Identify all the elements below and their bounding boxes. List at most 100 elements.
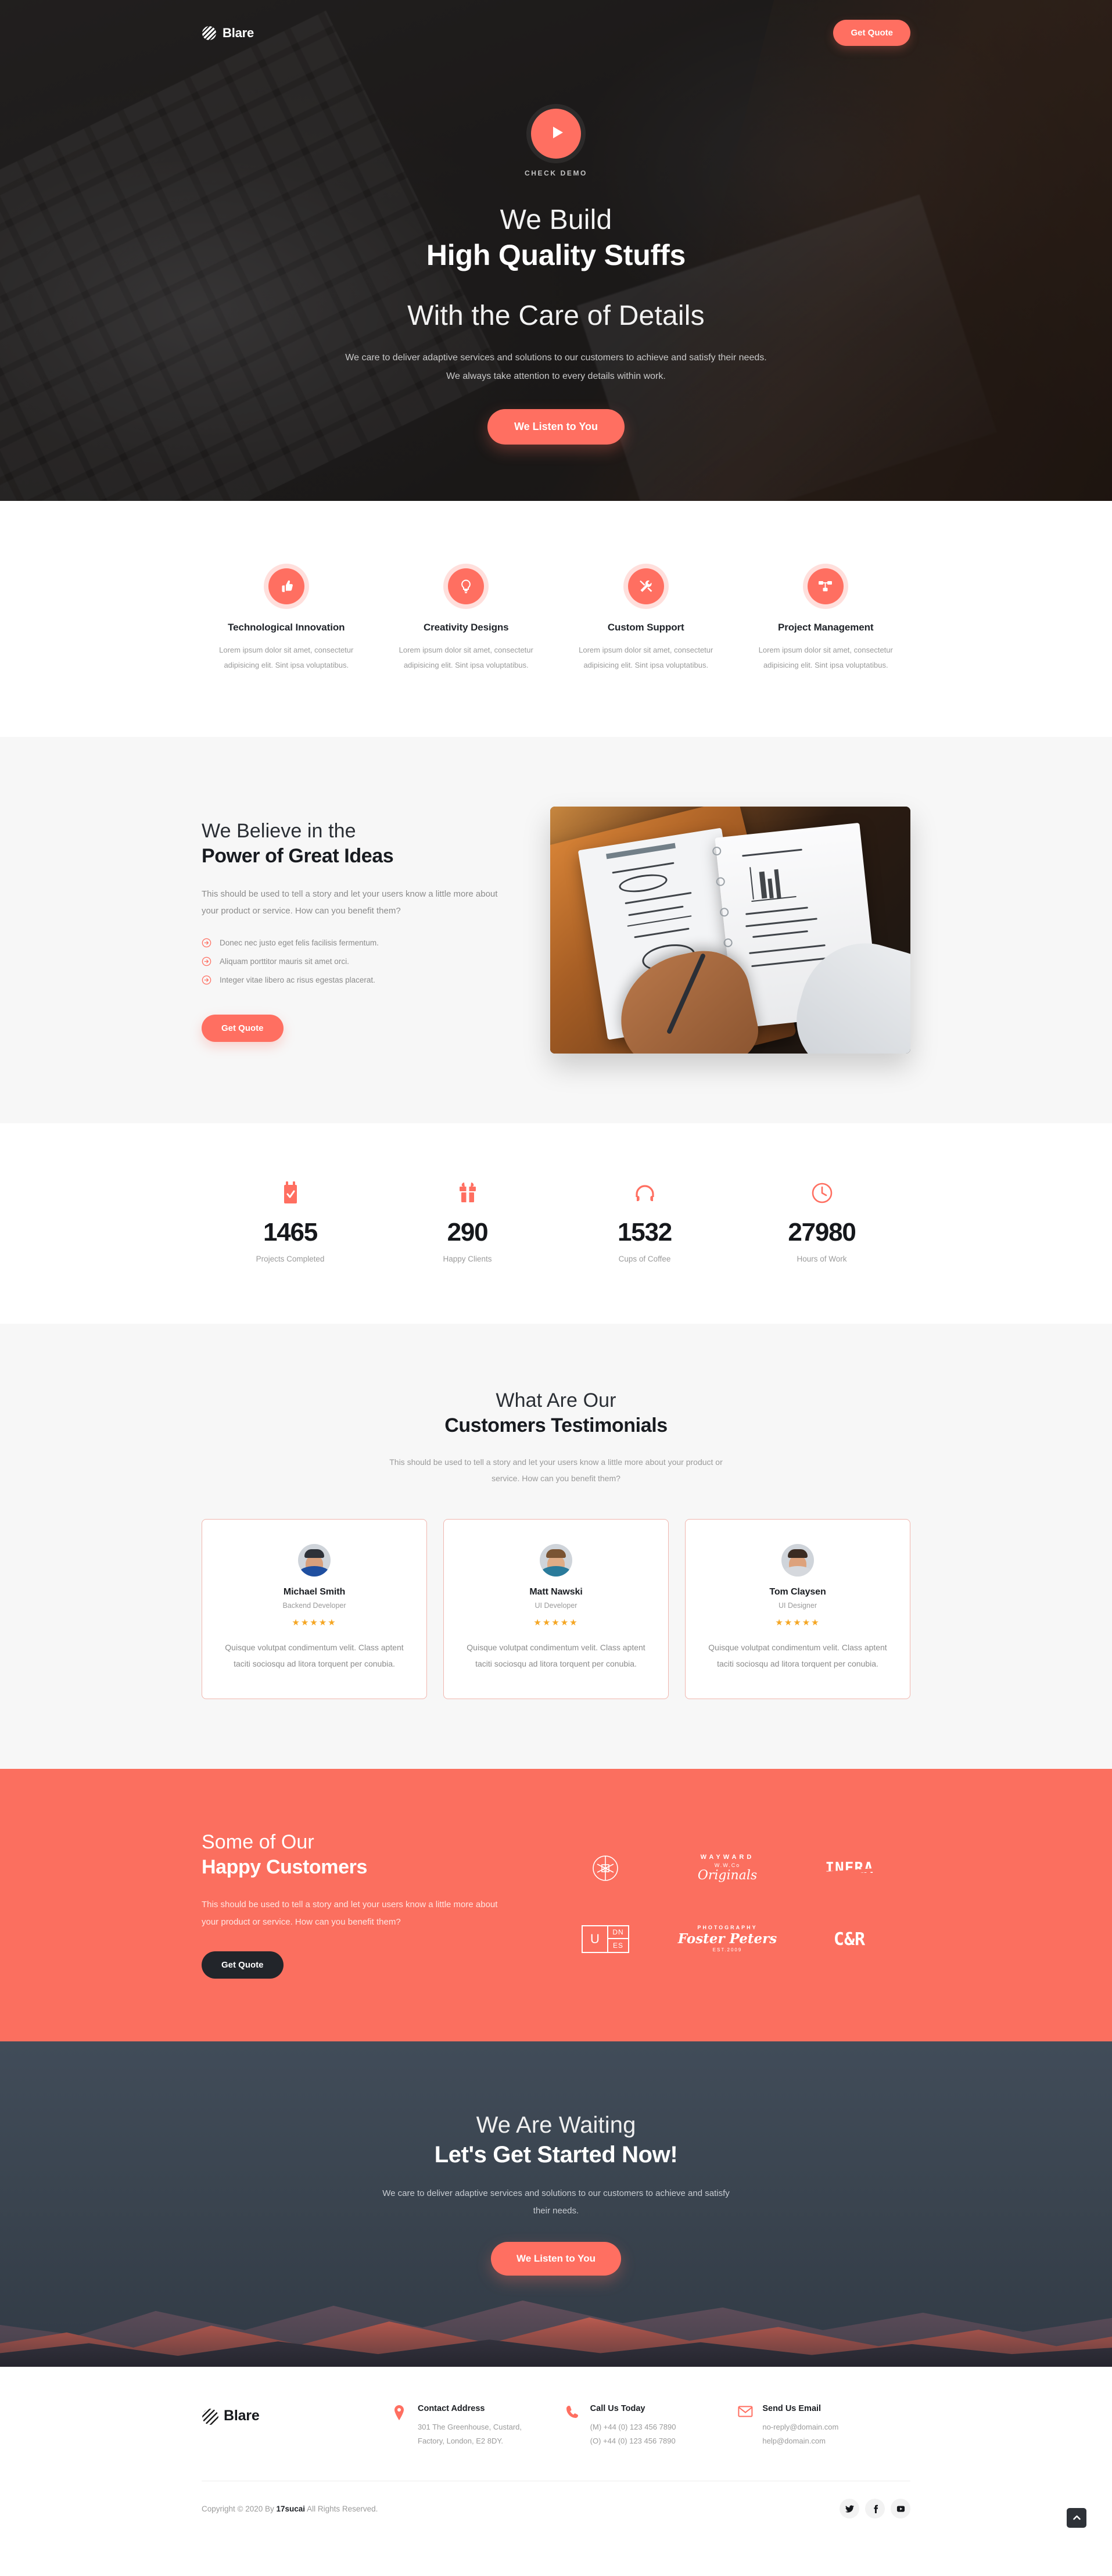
- list-item: Integer vitae libero ac risus egestas pl…: [202, 975, 504, 985]
- testimonial-role: UI Designer: [779, 1601, 817, 1610]
- scroll-to-top-button[interactable]: [1067, 2508, 1086, 2528]
- clock-icon: [733, 1179, 910, 1207]
- feature-title: Project Management: [778, 622, 874, 633]
- stat-value: 290: [447, 1218, 489, 1246]
- check-demo-label: CHECK DEMO: [524, 169, 587, 177]
- testimonial-quote: Quisque volutpat condimentum velit. Clas…: [708, 1642, 887, 1668]
- footer-brand-logo[interactable]: Blare: [202, 2404, 393, 2425]
- thumbs-up-icon: [268, 568, 304, 604]
- avatar: [540, 1543, 572, 1577]
- stats-section: 1465 Projects Completed 290 Happy Client…: [0, 1123, 1112, 1324]
- play-icon: [548, 126, 564, 142]
- clients-get-quote-button[interactable]: Get Quote: [202, 1951, 284, 1979]
- hero-title-light: We Build: [500, 205, 612, 235]
- facebook-icon[interactable]: [865, 2499, 885, 2518]
- believe-get-quote-button[interactable]: Get Quote: [202, 1015, 284, 1042]
- copyright-row: Copyright © 2020 By 17sucai All Rights R…: [202, 2481, 910, 2541]
- feature-card-creativity-designs: Creativity Designs Lorem ipsum dolor sit…: [382, 568, 551, 673]
- contact-line-1: no-reply@domain.com: [762, 2422, 839, 2431]
- believe-title-light: We Believe in the: [202, 819, 356, 842]
- rating-stars: ★★★★★: [533, 1617, 579, 1628]
- list-item: Donec nec justo eget felis facilisis fer…: [202, 938, 504, 948]
- twitter-icon[interactable]: [840, 2499, 859, 2518]
- features-grid: Technological Innovation Lorem ipsum dol…: [202, 568, 910, 673]
- tools-icon: [627, 568, 664, 604]
- youtube-icon[interactable]: [891, 2499, 910, 2518]
- testimonial-card: Matt Nawski UI Developer ★★★★★ Quisque v…: [443, 1518, 669, 1699]
- infra-logo[interactable]: INFRA: [825, 1840, 873, 1896]
- testimonial-card: Tom Claysen UI Designer ★★★★★ Quisque vo…: [685, 1518, 910, 1699]
- stat-value: 1465: [263, 1218, 318, 1246]
- hero-paragraph: We care to deliver adaptive services and…: [345, 353, 767, 381]
- sitemap-icon: [808, 568, 844, 604]
- testimonial-name: Michael Smith: [283, 1586, 346, 1597]
- testimonial-name: Matt Nawski: [529, 1586, 583, 1597]
- testimonial-role: UI Developer: [535, 1601, 577, 1610]
- footer-top-row: Blare Contact Address 301 The Greenhouse…: [202, 2404, 910, 2448]
- clients-paragraph: This should be used to tell a story and …: [202, 1900, 498, 1927]
- believe-image: [550, 807, 910, 1054]
- testimonial-quote: Quisque volutpat condimentum velit. Clas…: [467, 1642, 645, 1668]
- cta-listen-button[interactable]: We Listen to You: [490, 2242, 621, 2276]
- clients-text-column: Some of Our Happy Customers This should …: [202, 1829, 504, 1979]
- testimonials-subtitle: This should be used to tell a story and …: [389, 1457, 723, 1483]
- udnes-logo[interactable]: U DN ES: [582, 1911, 629, 1967]
- testimonials-section: What Are Our Customers Testimonials This…: [0, 1324, 1112, 1769]
- believe-paragraph: This should be used to tell a story and …: [202, 888, 498, 916]
- udnes-dn-text: DN: [608, 1926, 628, 1940]
- get-quote-button[interactable]: Get Quote: [833, 20, 910, 46]
- testimonials-title-light: What Are Our: [496, 1389, 616, 1411]
- copyright-brand[interactable]: 17sucai: [277, 2505, 306, 2513]
- infra-logo-text: INFRA: [825, 1860, 874, 1878]
- cta-title-bold: Let's Get Started Now!: [434, 2141, 678, 2167]
- foster-mid-text: Foster Peters: [677, 1931, 777, 1947]
- arrow-right-circle-icon: [202, 956, 211, 966]
- copyright-text: Copyright © 2020 By 17sucai All Rights R…: [202, 2505, 378, 2513]
- feature-text: Lorem ipsum dolor sit amet, consectetur …: [758, 646, 893, 669]
- testimonial-card: Michael Smith Backend Developer ★★★★★ Qu…: [202, 1518, 427, 1699]
- hero-title-bold: High Quality Stuffs: [426, 239, 686, 271]
- footer-call-us: Call Us Today (M) +44 (0) 123 456 7890 (…: [566, 2404, 738, 2448]
- cr-logo[interactable]: C&R: [834, 1911, 865, 1967]
- foster-peters-logo[interactable]: PHOTOGRAPHY Foster Peters EST.2009: [678, 1911, 777, 1967]
- play-demo-button[interactable]: [531, 109, 581, 159]
- foster-bot-text: EST.2009: [712, 1947, 742, 1953]
- hero-cta-button[interactable]: We Listen to You: [487, 409, 625, 445]
- hero-section: Blare Get Quote CHECK DEMO We Build High…: [0, 0, 1112, 501]
- contact-title: Send Us Email: [762, 2403, 822, 2413]
- believe-title-bold: Power of Great Ideas: [202, 845, 394, 868]
- cta-title-light: We Are Waiting: [476, 2112, 636, 2138]
- believe-bullet-list: Donec nec justo eget felis facilisis fer…: [202, 938, 504, 985]
- hero-title-light-2: With the Care of Details: [407, 300, 705, 331]
- cr-logo-text: C&R: [833, 1929, 866, 1950]
- copyright-pre: Copyright © 2020 By: [202, 2504, 277, 2513]
- gift-icon: [379, 1179, 556, 1207]
- happy-customers-section: Some of Our Happy Customers This should …: [0, 1768, 1112, 2041]
- calendar-check-icon: [202, 1179, 379, 1207]
- wayward-originals-logo[interactable]: WAYWARD W.W.Co Originals: [698, 1840, 757, 1896]
- map-pin-icon: [393, 2404, 408, 2423]
- stat-projects-completed: 1465 Projects Completed: [202, 1179, 379, 1263]
- udnes-es-text: ES: [612, 1941, 623, 1950]
- stat-value: 1532: [617, 1218, 672, 1246]
- testimonials-title-bold: Customers Testimonials: [444, 1414, 668, 1437]
- wayward-arc-text: WAYWARD: [700, 1854, 755, 1861]
- feature-card-project-management: Project Management Lorem ipsum dolor sit…: [741, 568, 911, 673]
- copyright-post: All Rights Reserved.: [305, 2504, 378, 2513]
- feature-text: Lorem ipsum dolor sit amet, consectetur …: [219, 646, 354, 669]
- features-section: Technological Innovation Lorem ipsum dol…: [0, 501, 1112, 737]
- lightbulb-icon: [448, 568, 485, 604]
- aperture-logo-icon[interactable]: U: [590, 1840, 621, 1896]
- brand-logo[interactable]: Blare: [202, 26, 254, 41]
- phone-icon: [566, 2404, 581, 2422]
- believe-text-column: We Believe in the Power of Great Ideas T…: [202, 818, 504, 1042]
- contact-title: Call Us Today: [590, 2403, 645, 2413]
- avatar: [781, 1543, 814, 1577]
- rating-stars: ★★★★★: [292, 1617, 337, 1628]
- headphones-icon: [556, 1179, 733, 1207]
- contact-line-2: Factory, London, E2 8DY.: [418, 2436, 503, 2445]
- stat-value: 27980: [788, 1218, 856, 1246]
- contact-title: Contact Address: [418, 2403, 485, 2413]
- client-logos-grid: U WAYWARD W.W.Co Originals INFRA U DN ES…: [544, 1840, 910, 1967]
- feature-text: Lorem ipsum dolor sit amet, consectetur …: [579, 646, 713, 669]
